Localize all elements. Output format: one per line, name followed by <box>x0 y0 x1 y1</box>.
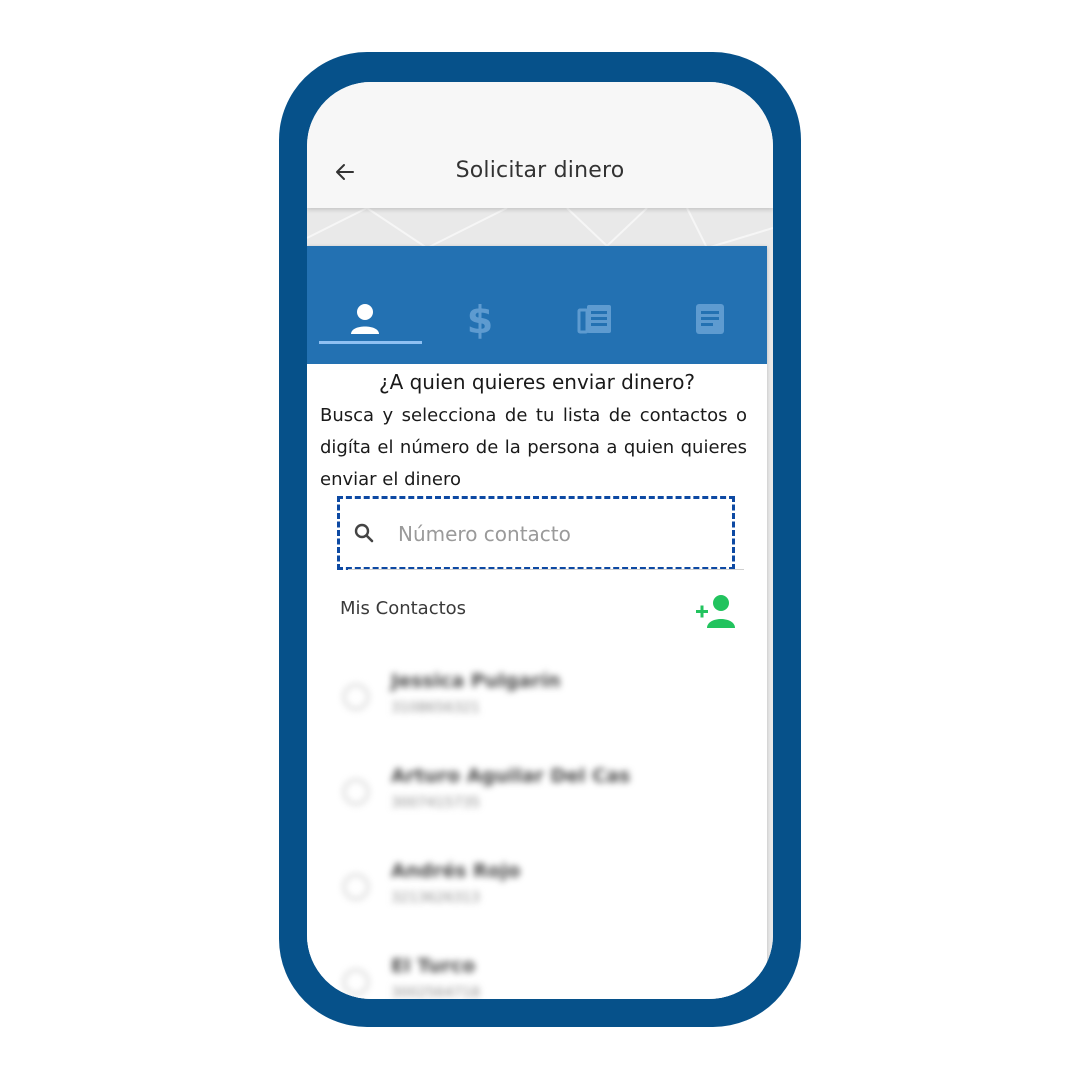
svg-text:$: $ <box>466 299 492 339</box>
contacts-heading: Mis Contactos <box>340 598 467 619</box>
contact-name: Andrés Rojo <box>391 860 521 882</box>
phone-screen: Solicitar dinero $ ¿A quien quieres envi… <box>307 82 773 999</box>
contact-select-circle <box>343 684 369 710</box>
contact-name: Jessica Pulgarín <box>391 670 561 692</box>
person-icon <box>350 304 379 334</box>
contact-select-circle <box>343 874 369 900</box>
search-icon <box>354 523 374 543</box>
contact-select-circle <box>343 779 369 805</box>
list-item[interactable]: Andrés Rojo 3213626313 <box>307 846 767 941</box>
question-heading: ¿A quien quieres enviar dinero? <box>378 370 696 394</box>
contact-phone: 3213626313 <box>391 890 481 906</box>
page-title: Solicitar dinero <box>455 158 625 183</box>
add-person-icon <box>696 595 735 628</box>
dollar-icon: $ <box>466 299 492 339</box>
contact-phone: 3108656321 <box>391 700 481 716</box>
tab-amount[interactable]: $ <box>422 246 537 364</box>
step-tabs: $ <box>307 246 767 364</box>
list-item[interactable]: Arturo Aguilar Del Cas 3007415735 <box>307 751 767 846</box>
contact-phone: 3007415735 <box>391 795 481 811</box>
tab-receipt[interactable] <box>537 246 652 364</box>
contact-select-circle <box>343 969 369 995</box>
contact-phone: 3002564718 <box>391 985 481 999</box>
tab-summary[interactable] <box>652 246 767 364</box>
contact-number-input[interactable] <box>396 513 720 555</box>
list-item[interactable]: Jessica Pulgarín 3108656321 <box>307 656 767 751</box>
document-icon <box>695 304 724 334</box>
contact-name: El Turco <box>391 955 476 977</box>
app-bar: Solicitar dinero <box>307 82 773 208</box>
list-item[interactable]: El Turco 3002564718 <box>307 941 767 999</box>
receipt-icon <box>577 305 611 334</box>
instructions-text: Busca y selecciona de tu lista de contac… <box>320 405 747 490</box>
contact-name: Arturo Aguilar Del Cas <box>391 765 631 787</box>
tab-contact[interactable] <box>307 246 422 364</box>
search-underline <box>348 569 744 570</box>
search-box <box>337 496 744 570</box>
add-contact-button[interactable] <box>695 594 739 630</box>
contact-list: Jessica Pulgarín 3108656321 Arturo Aguil… <box>307 656 767 999</box>
request-card: $ ¿A quien quieres enviar dinero? Busca … <box>307 246 767 999</box>
